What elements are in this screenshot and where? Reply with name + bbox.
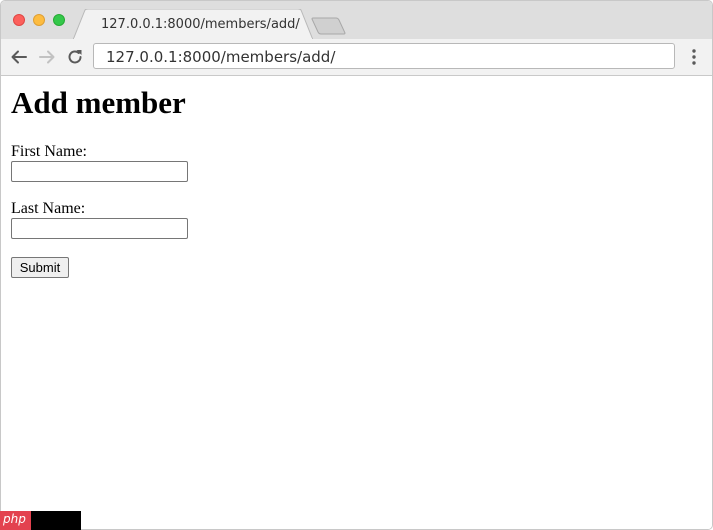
- watermark-text: php: [3, 512, 26, 526]
- first-name-label: First Name:: [11, 143, 87, 160]
- watermark: php: [0, 511, 81, 530]
- browser-toolbar: 127.0.0.1:8000/members/add/: [1, 39, 712, 76]
- php-logo: php: [0, 511, 31, 530]
- page-content: Add member First Name: Last Name: Submit: [1, 76, 712, 529]
- page-title: Add member: [11, 85, 186, 120]
- browser-window: 127.0.0.1:8000/members/add/ 127.0.0.1:80…: [0, 0, 713, 530]
- close-window-button[interactable]: [13, 14, 25, 26]
- reload-icon[interactable]: [65, 47, 85, 67]
- minimize-window-button[interactable]: [33, 14, 45, 26]
- last-name-label: Last Name:: [11, 200, 86, 217]
- tab-strip: 127.0.0.1:8000/members/add/: [1, 1, 712, 40]
- vertical-dots-icon[interactable]: [689, 47, 699, 67]
- first-name-input[interactable]: [11, 161, 188, 182]
- arrow-left-icon[interactable]: [9, 47, 29, 67]
- tab-title: 127.0.0.1:8000/members/add/: [101, 17, 300, 32]
- submit-button[interactable]: Submit: [11, 257, 69, 278]
- last-name-input[interactable]: [11, 218, 188, 239]
- tab-active[interactable]: 127.0.0.1:8000/members/add/: [73, 9, 313, 40]
- arrow-right-icon[interactable]: [37, 47, 57, 67]
- maximize-window-button[interactable]: [53, 14, 65, 26]
- address-bar[interactable]: 127.0.0.1:8000/members/add/: [93, 43, 675, 69]
- new-tab-icon[interactable]: [311, 17, 347, 35]
- url-text: 127.0.0.1:8000/members/add/: [106, 48, 336, 66]
